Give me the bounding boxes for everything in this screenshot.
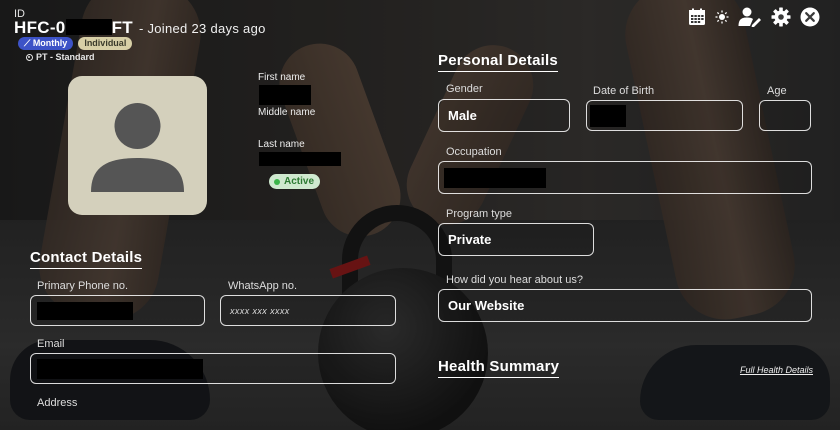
plan-label: PT - Standard xyxy=(26,52,95,62)
member-id: HFC-0 FT xyxy=(14,18,133,37)
gender-field[interactable]: Male xyxy=(438,99,570,132)
health-summary-title: Health Summary xyxy=(438,358,560,378)
joined-text: - Joined 23 days ago xyxy=(138,21,266,36)
program-type-label: Program type xyxy=(446,208,513,220)
edit-user-icon[interactable] xyxy=(738,7,762,27)
email-label: Email xyxy=(37,338,65,350)
primary-phone-field[interactable] xyxy=(30,295,205,326)
calendar-icon[interactable] xyxy=(688,8,706,26)
redacted-block xyxy=(590,104,626,127)
close-icon[interactable] xyxy=(800,7,820,27)
full-health-details-link[interactable]: Full Health Details xyxy=(740,365,813,375)
dob-field[interactable] xyxy=(586,100,743,131)
first-name-value xyxy=(259,85,311,105)
avatar[interactable] xyxy=(68,76,207,215)
status-badge: Active xyxy=(269,174,321,189)
primary-phone-label: Primary Phone no. xyxy=(37,280,129,292)
status-dot-icon xyxy=(274,178,280,185)
contact-details-title: Contact Details xyxy=(30,249,143,269)
redacted-block xyxy=(37,358,203,379)
address-label: Address xyxy=(37,397,78,409)
whatsapp-field[interactable]: xxxx xxx xxxx xyxy=(220,295,396,326)
occupation-label: Occupation xyxy=(446,146,502,158)
last-name-label: Last name xyxy=(258,139,305,150)
referral-field[interactable]: Our Website xyxy=(438,289,812,322)
email-field[interactable] xyxy=(30,353,396,384)
first-name-label: First name xyxy=(258,72,306,83)
membership-badge-monthly: ⟋ Monthly xyxy=(18,37,74,50)
sun-icon[interactable] xyxy=(715,10,729,24)
redacted-block xyxy=(37,301,133,320)
age-field[interactable] xyxy=(759,100,811,131)
member-header: HFC-0 FT - Joined 23 days ago xyxy=(14,18,266,38)
plan-dot-icon xyxy=(26,53,33,61)
last-name-value xyxy=(259,152,341,166)
dob-label: Date of Birth xyxy=(593,85,655,97)
gender-label: Gender xyxy=(446,83,483,95)
program-type-field[interactable]: Private xyxy=(438,223,594,256)
age-label: Age xyxy=(767,85,787,97)
redacted-block xyxy=(65,19,112,35)
referral-label: How did you hear about us? xyxy=(446,274,583,286)
gear-icon[interactable] xyxy=(771,7,791,27)
occupation-field[interactable] xyxy=(438,161,812,194)
redacted-block xyxy=(444,167,546,188)
personal-details-title: Personal Details xyxy=(438,52,558,72)
whatsapp-label: WhatsApp no. xyxy=(228,280,298,292)
middle-name-label: Middle name xyxy=(258,107,316,118)
membership-badge-individual: Individual xyxy=(78,37,133,50)
